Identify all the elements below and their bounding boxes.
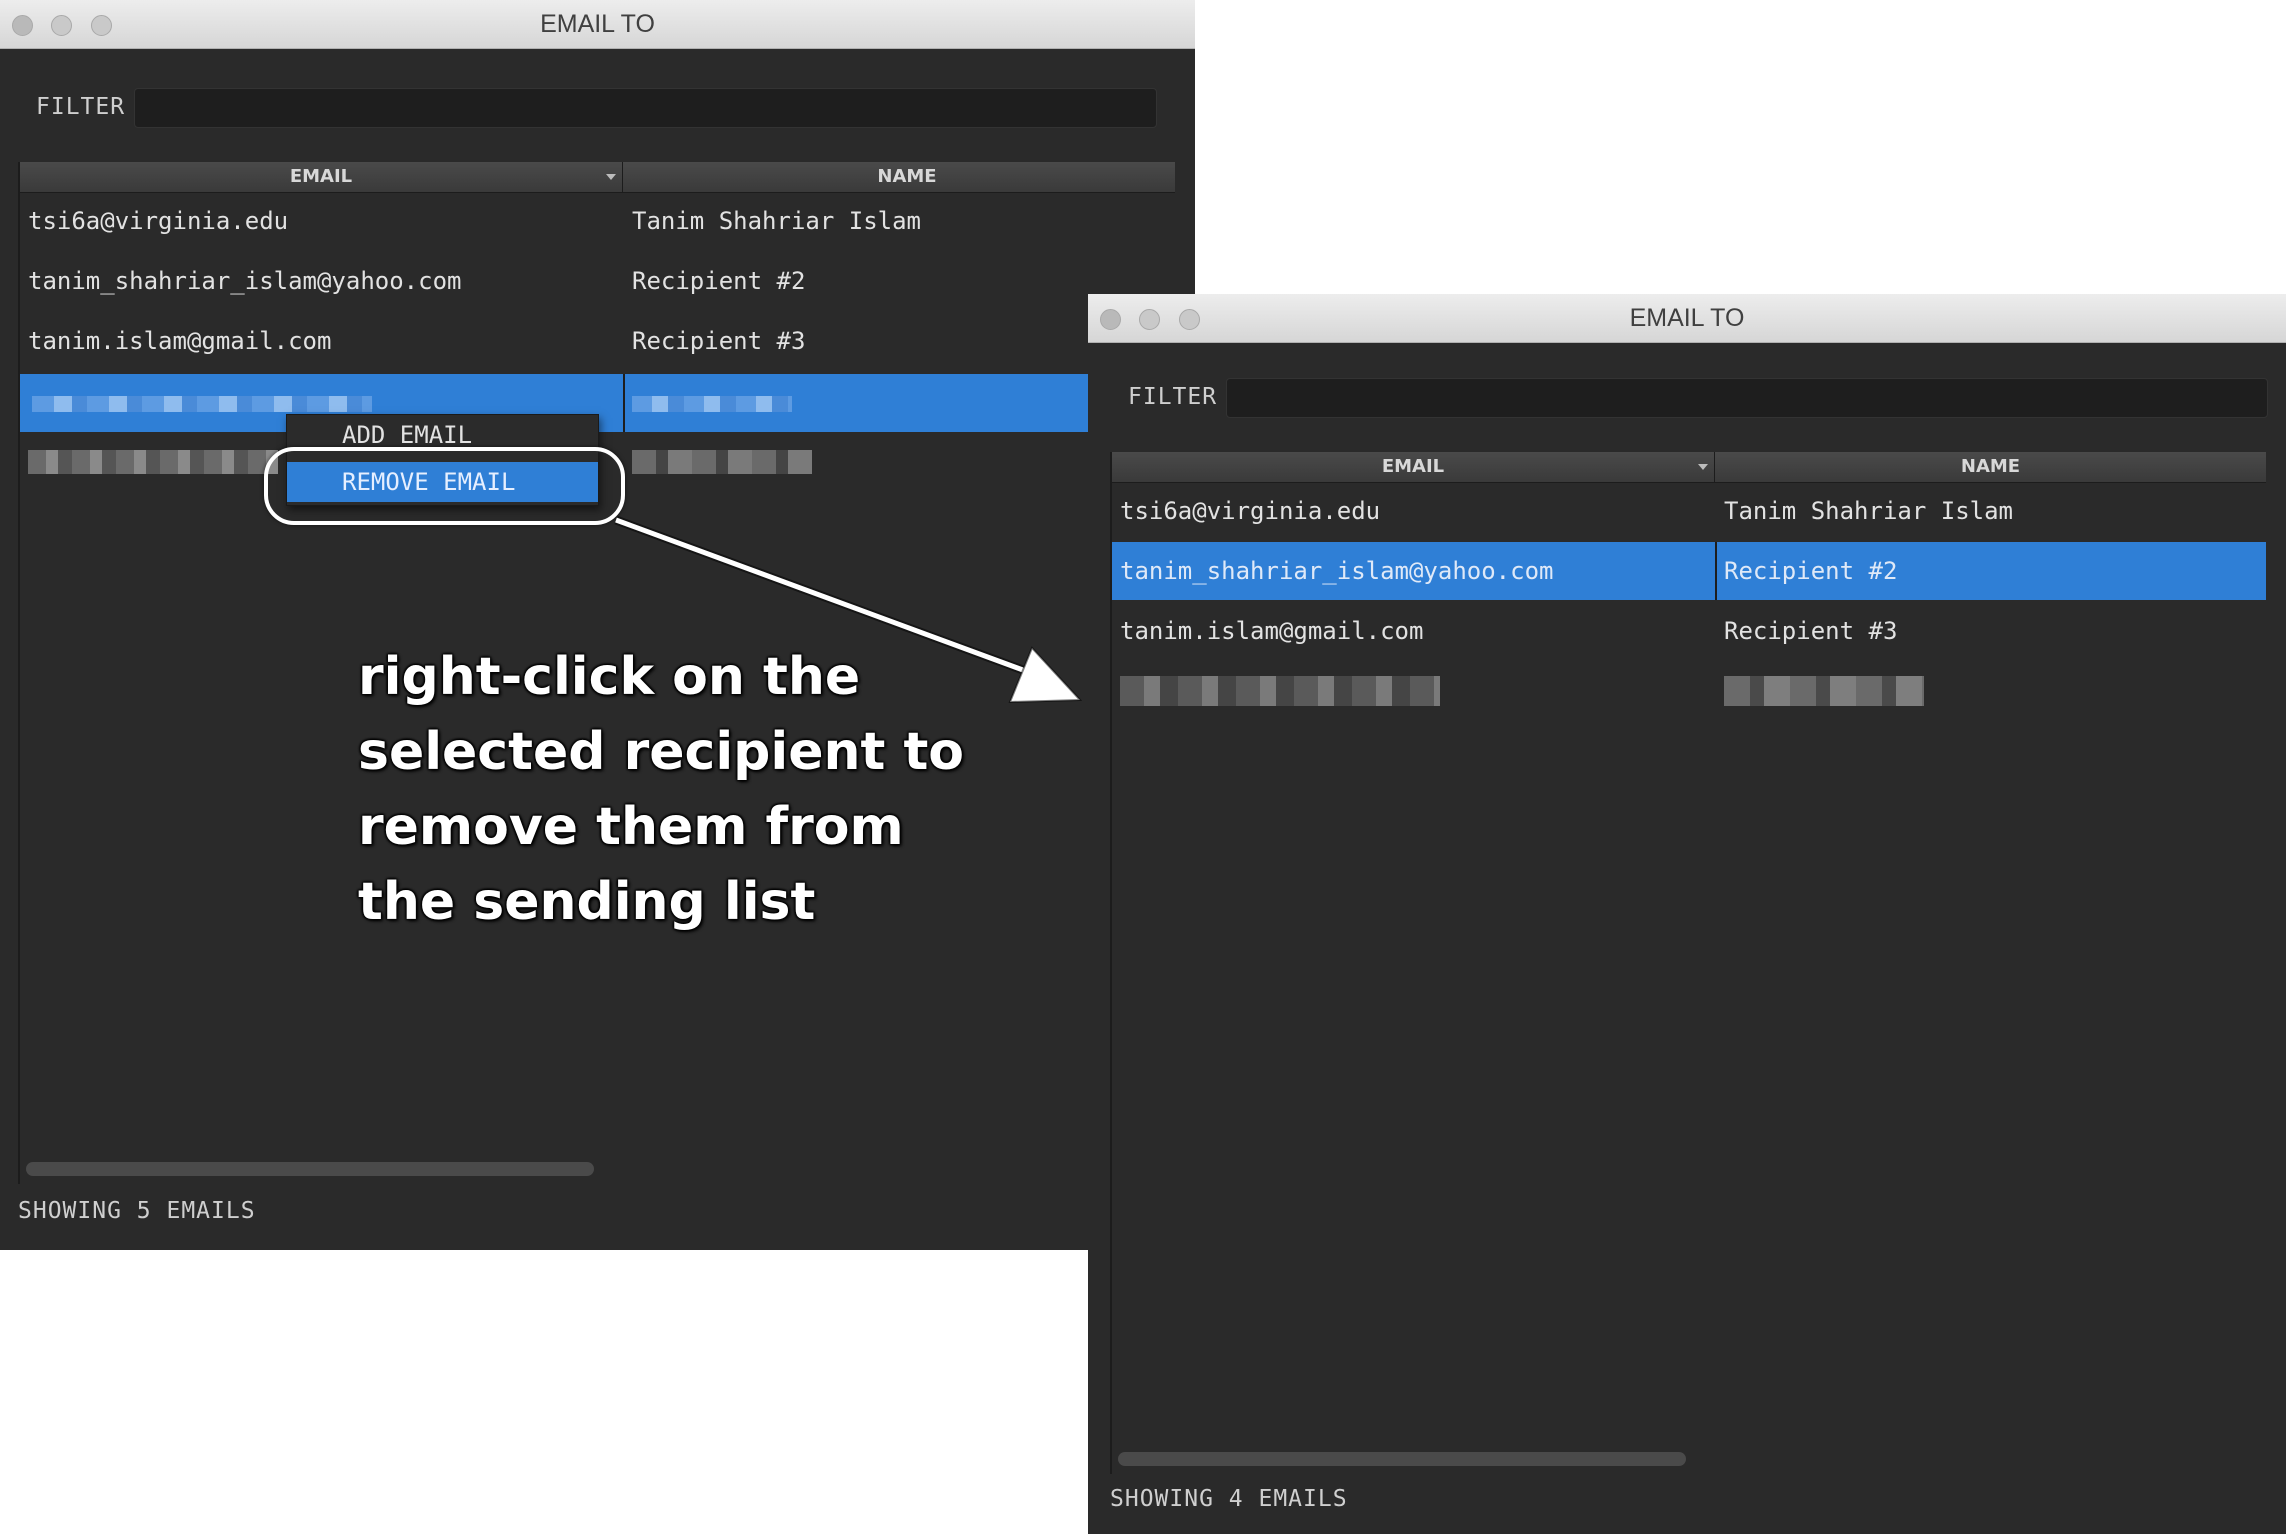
annotation-arrow xyxy=(614,515,1083,704)
annotation-line: selected recipient to xyxy=(358,722,965,782)
annotation-line: the sending list xyxy=(358,872,816,932)
annotation-text: right-click on the selected recipient to… xyxy=(358,640,978,940)
annotation-line: remove them from xyxy=(358,797,904,857)
annotation-line: right-click on the xyxy=(358,647,861,707)
